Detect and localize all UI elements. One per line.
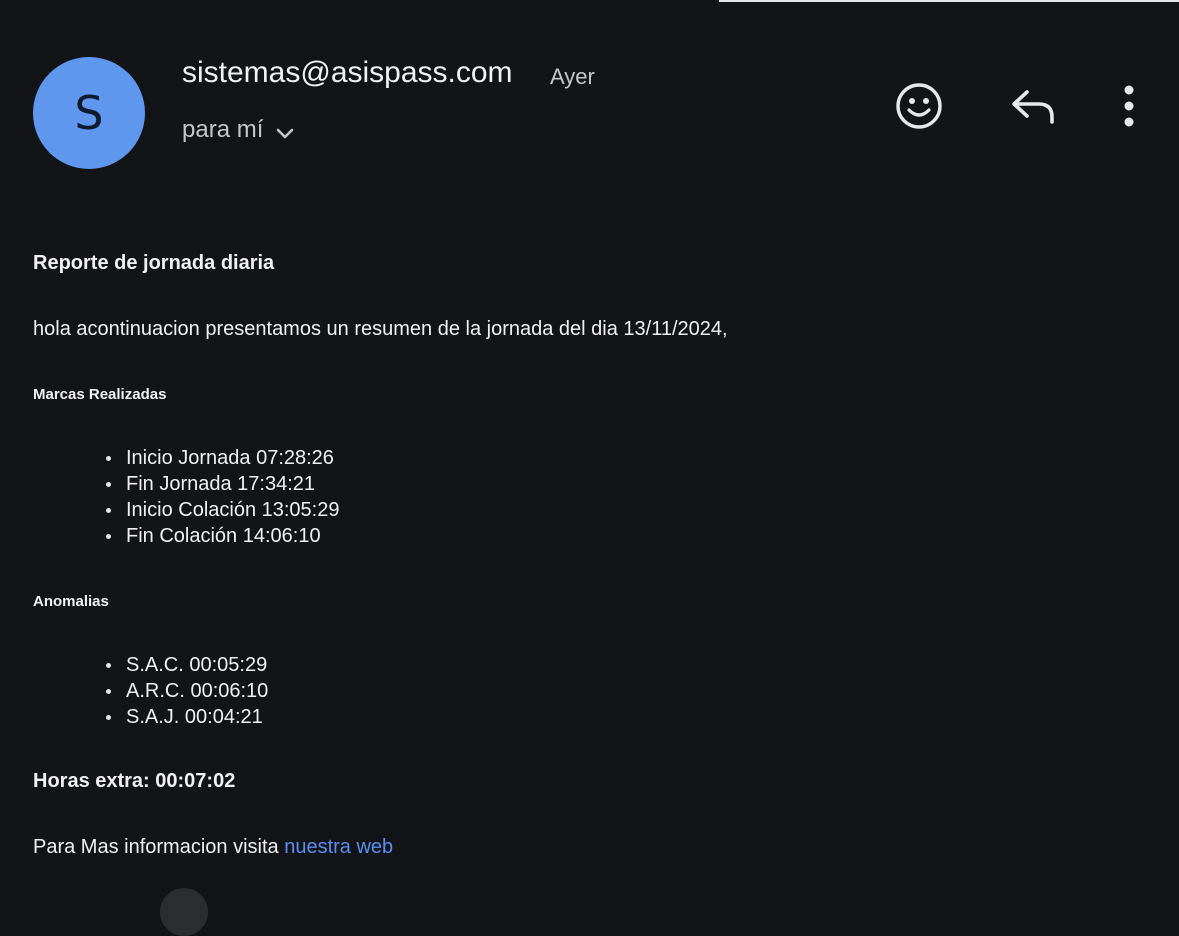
list-item: S.A.J. 00:04:21 [105,704,268,730]
recipient-toggle[interactable]: para mí [182,113,295,147]
chevron-down-icon [275,119,295,147]
reply-button[interactable] [1007,82,1059,130]
marks-list: Inicio Jornada 07:28:26 Fin Jornada 17:3… [33,445,339,549]
smiley-face-icon [896,83,942,129]
avatar-letter: S [74,86,104,140]
recipient-label: para mí [182,116,264,143]
partial-avatar-bubble [160,888,208,936]
sender-address: sistemas@asispass.com [182,56,513,89]
website-link[interactable]: nuestra web [284,836,393,858]
list-item: Fin Jornada 17:34:21 [105,471,339,497]
sender-avatar[interactable]: S [33,57,145,169]
anomalies-list: S.A.C. 00:05:29 A.R.C. 00:06:10 S.A.J. 0… [33,652,268,730]
marks-heading: Marcas Realizadas [33,386,167,403]
email-header: S sistemas@asispass.com Ayer para mí [0,0,1179,200]
intro-text: hola acontinuacion presentamos un resume… [33,318,728,340]
anomalies-heading: Anomalias [33,593,109,610]
reply-icon [1012,90,1054,124]
list-item: Inicio Jornada 07:28:26 [105,445,339,471]
report-title: Reporte de jornada diaria [33,252,275,274]
list-item: S.A.C. 00:05:29 [105,654,268,676]
footer-line: Para Mas informacion visita nuestra web [33,836,393,859]
overtime-summary: Horas extra: 00:07:02 [33,770,236,792]
list-item: A.R.C. 00:06:10 [105,680,269,702]
list-item: Fin Colación 14:06:10 [105,523,339,549]
add-reaction-button[interactable] [893,80,945,132]
more-vert-icon [1124,85,1134,127]
footer-text: Para Mas informacion visita [33,836,285,858]
list-item: Inicio Colación 13:05:29 [105,499,340,521]
more-options-button[interactable] [1113,80,1145,132]
email-date: Ayer [550,64,595,89]
